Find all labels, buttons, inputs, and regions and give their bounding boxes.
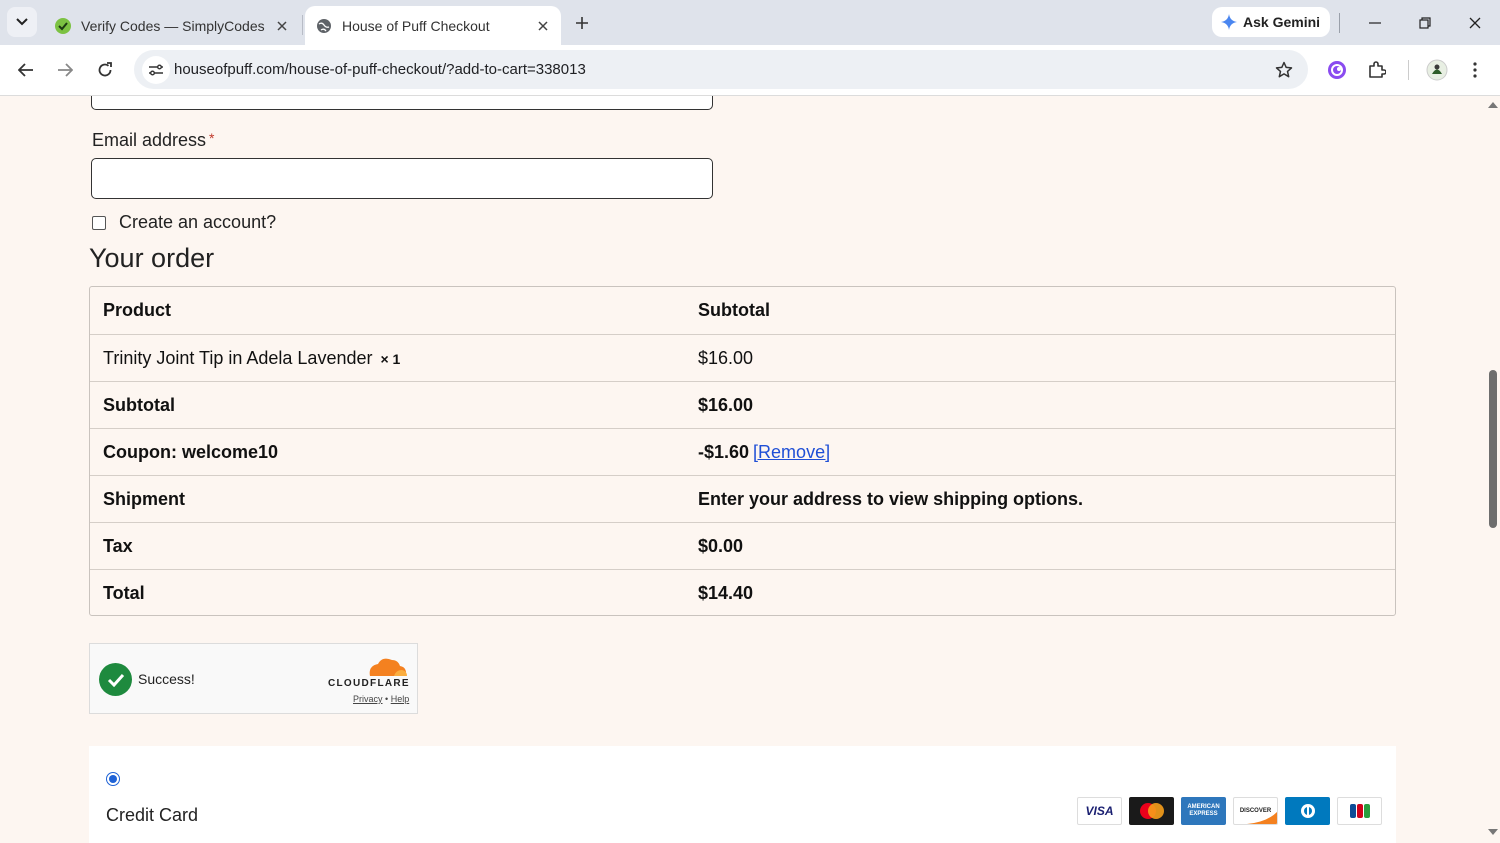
tax-label: Tax — [103, 535, 133, 556]
table-header-row: Product Subtotal — [90, 287, 1395, 334]
back-button[interactable] — [11, 55, 41, 85]
tab-title: Verify Codes — SimplyCodes — [81, 17, 265, 34]
ask-gemini-label: Ask Gemini — [1243, 14, 1321, 30]
total-label: Total — [103, 582, 145, 603]
help-link[interactable]: Help — [391, 694, 410, 704]
product-quantity: × 1 — [380, 350, 401, 367]
payment-methods-box: Credit Card VISA AMERICAN EXPRESS DISCOVE… — [89, 746, 1396, 843]
minimize-button[interactable] — [1360, 8, 1390, 38]
your-order-heading: Your order — [89, 243, 215, 273]
gemini-sparkle-icon — [1221, 14, 1237, 30]
visa-icon: VISA — [1077, 797, 1122, 825]
browser-toolbar: houseofpuff.com/house-of-puff-checkout/?… — [0, 45, 1500, 96]
tab-search-button[interactable] — [7, 7, 37, 37]
cloudflare-turnstile-widget[interactable]: Success! CLOUDFLARE Privacy • Help — [89, 643, 418, 714]
scrollbar-thumb[interactable] — [1489, 370, 1497, 528]
scroll-up-arrow-icon[interactable] — [1488, 100, 1498, 110]
email-field[interactable] — [91, 158, 713, 199]
captcha-status: Success! — [138, 671, 195, 687]
captcha-links: Privacy • Help — [353, 694, 409, 704]
previous-field-input[interactable] — [91, 96, 713, 110]
subtotal-label: Subtotal — [103, 394, 175, 415]
credit-card-radio[interactable] — [106, 772, 120, 786]
new-tab-button[interactable] — [568, 9, 596, 37]
arrow-left-icon — [18, 63, 33, 77]
create-account-option[interactable]: Create an account? — [92, 212, 276, 233]
coupon-discount: -$1.60 — [698, 441, 750, 462]
jcb-icon — [1337, 797, 1382, 825]
checkout-page: Email address * Create an account? Your o… — [0, 96, 1486, 843]
reload-icon — [98, 62, 112, 77]
profile-avatar-icon[interactable] — [1422, 55, 1452, 85]
privacy-link[interactable]: Privacy — [353, 694, 383, 704]
subtotal-value: $16.00 — [698, 394, 754, 415]
american-express-icon: AMERICAN EXPRESS — [1181, 797, 1226, 825]
arrow-right-icon — [58, 63, 73, 77]
extensions-puzzle-icon[interactable] — [1362, 55, 1392, 85]
close-icon — [1469, 17, 1481, 29]
globe-icon — [315, 17, 333, 35]
minimize-icon — [1369, 22, 1381, 24]
tab-strip: Verify Codes — SimplyCodes House of Puff… — [0, 0, 1500, 45]
tab-house-of-puff[interactable]: House of Puff Checkout — [305, 6, 561, 45]
tab-separator — [302, 15, 303, 35]
create-account-checkbox[interactable] — [92, 215, 106, 230]
credit-card-label: Credit Card — [106, 805, 199, 825]
product-price: $16.00 — [698, 347, 754, 368]
cloudflare-cloud-icon — [369, 658, 407, 676]
coupon-amount: -$1.60 [Remove] — [698, 442, 830, 463]
more-menu-icon[interactable] — [1460, 55, 1490, 85]
total-value: $14.40 — [698, 582, 754, 603]
product-name: Trinity Joint Tip in Adela Lavender — [103, 347, 373, 368]
site-settings-icon[interactable] — [142, 56, 170, 84]
restore-button[interactable] — [1410, 8, 1440, 38]
subtotal-column-header: Subtotal — [698, 300, 770, 320]
order-item-row: Trinity Joint Tip in Adela Lavender × 1 $… — [90, 334, 1395, 381]
plus-icon — [576, 17, 588, 29]
chevron-down-icon — [16, 18, 28, 26]
url-text: houseofpuff.com/house-of-puff-checkout/?… — [174, 61, 586, 78]
scroll-down-arrow-icon[interactable] — [1488, 827, 1498, 837]
simplycodes-favicon-icon — [54, 17, 72, 35]
forward-button[interactable] — [50, 55, 80, 85]
restore-icon — [1419, 17, 1431, 29]
reload-button[interactable] — [90, 55, 120, 85]
discover-icon: DISCOVER — [1233, 797, 1278, 825]
diners-club-icon — [1285, 797, 1330, 825]
window-controls-separator — [1339, 13, 1340, 33]
extension-swirl-icon[interactable] — [1322, 55, 1352, 85]
card-brands: VISA AMERICAN EXPRESS DISCOVER — [1077, 797, 1382, 825]
total-row: Total $14.40 — [90, 569, 1395, 616]
create-account-label: Create an account? — [119, 212, 277, 232]
order-table: Product Subtotal Trinity Joint Tip in Ad… — [89, 286, 1396, 616]
page-scrollbar[interactable] — [1486, 96, 1500, 843]
close-window-button[interactable] — [1460, 8, 1490, 38]
bookmark-star-icon[interactable] — [1272, 58, 1296, 82]
shipment-message: Enter your address to view shipping opti… — [698, 488, 1084, 509]
tab-simplycodes[interactable]: Verify Codes — SimplyCodes — [44, 6, 300, 45]
toolbar-separator — [1408, 60, 1409, 80]
product-column-header: Product — [103, 300, 172, 320]
close-icon[interactable] — [270, 14, 294, 38]
email-label-text: Email address — [92, 130, 207, 150]
shipment-row: Shipment Enter your address to view ship… — [90, 475, 1395, 522]
cloudflare-wordmark: CLOUDFLARE — [328, 678, 410, 689]
ask-gemini-button[interactable]: Ask Gemini — [1212, 7, 1330, 37]
coupon-row: Coupon: welcome10 -$1.60 [Remove] — [90, 428, 1395, 475]
address-bar[interactable]: houseofpuff.com/house-of-puff-checkout/?… — [134, 50, 1308, 89]
tax-value: $0.00 — [698, 535, 744, 556]
shipment-label: Shipment — [103, 488, 186, 509]
mastercard-icon — [1129, 797, 1174, 825]
coupon-label: Coupon: welcome10 — [103, 441, 279, 462]
close-icon[interactable] — [531, 14, 555, 38]
remove-coupon-link[interactable]: [Remove] — [753, 442, 830, 462]
email-label: Email address * — [92, 130, 215, 151]
required-marker: * — [209, 130, 215, 146]
subtotal-row: Subtotal $16.00 — [90, 381, 1395, 428]
tax-row: Tax $0.00 — [90, 522, 1395, 569]
link-separator: • — [385, 694, 389, 704]
order-item: Trinity Joint Tip in Adela Lavender × 1 — [103, 348, 400, 369]
success-check-icon — [99, 663, 132, 696]
tab-title: House of Puff Checkout — [342, 17, 490, 34]
